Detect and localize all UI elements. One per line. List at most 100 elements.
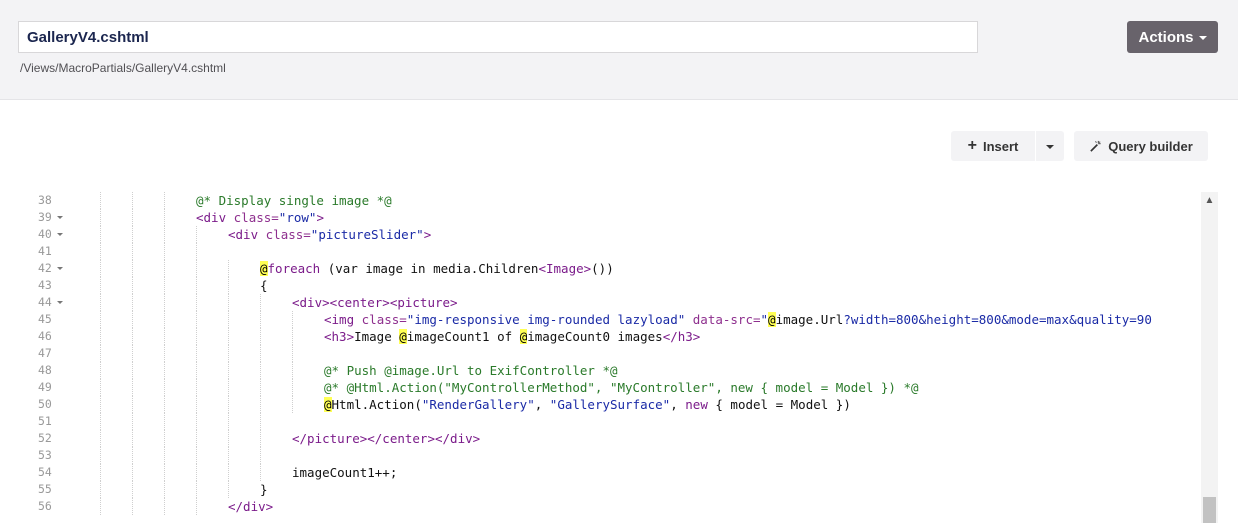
indent-guide: [196, 464, 197, 481]
indent-guide: [132, 481, 133, 498]
code-line[interactable]: 45 <img class="img-responsive img-rounded…: [20, 311, 1200, 328]
editor-vertical-scrollbar[interactable]: ▲: [1201, 192, 1218, 523]
indent-guide: [292, 345, 293, 362]
code-line[interactable]: 41: [20, 243, 1200, 260]
code-token: imageCount1++;: [292, 465, 398, 480]
code-line[interactable]: 38 @* Display single image *@: [20, 192, 1200, 209]
code-editor[interactable]: 38 @* Display single image *@ 39 <div class…: [20, 190, 1218, 523]
code-token: imageCount1 of: [406, 329, 520, 344]
indent-guide: [228, 277, 229, 294]
code-token: </div>: [228, 499, 274, 514]
indent-guide: [260, 311, 261, 328]
indent-guide: [196, 447, 197, 464]
indent-guide: [164, 498, 165, 515]
indent-guide: [260, 345, 261, 362]
indent-guide: [228, 362, 229, 379]
actions-label: Actions: [1138, 28, 1194, 46]
fold-arrow-icon[interactable]: [57, 216, 63, 219]
indent-guide: [164, 328, 165, 345]
indent-guide: [292, 311, 293, 328]
code-line[interactable]: 54 imageCount1++;: [20, 464, 1200, 481]
indent-guide: [196, 294, 197, 311]
indent-guide: [196, 413, 197, 430]
indent-guide: [260, 396, 261, 413]
code-token: }: [260, 482, 268, 497]
code-text: <h3>Image @imageCount1 of @imageCount0 i…: [324, 328, 700, 345]
line-number: 46: [38, 329, 52, 343]
code-line[interactable]: 43 {: [20, 277, 1200, 294]
code-token: >: [423, 227, 432, 242]
indent-guide: [164, 277, 165, 294]
indent-guide: [196, 379, 197, 396]
indent-guide: [228, 447, 229, 464]
code-text: }: [260, 481, 268, 498]
code-token: foreach: [267, 261, 321, 276]
scroll-up-arrow-icon[interactable]: ▲: [1201, 192, 1218, 209]
code-line[interactable]: 52 </picture></center></div>: [20, 430, 1200, 447]
indent-guide: [100, 345, 101, 362]
query-builder-button[interactable]: Query builder: [1074, 131, 1208, 161]
code-line[interactable]: 56 </div>: [20, 498, 1200, 515]
line-number: 51: [38, 414, 52, 428]
code-text: imageCount1++;: [292, 464, 397, 481]
fold-arrow-icon[interactable]: [57, 301, 63, 304]
scroll-thumb[interactable]: [1203, 497, 1216, 523]
indent-guide: [132, 362, 133, 379]
code-token: { model = Model }): [707, 397, 851, 412]
code-line[interactable]: 47: [20, 345, 1200, 362]
code-line[interactable]: 53: [20, 447, 1200, 464]
indent-guide: [292, 362, 293, 379]
code-line[interactable]: 44 <div><center><picture>: [20, 294, 1200, 311]
code-line[interactable]: 51: [20, 413, 1200, 430]
indent-guide: [164, 464, 165, 481]
code-token: @: [324, 397, 332, 412]
code-line[interactable]: 42 @foreach (var image in media.Children<…: [20, 260, 1200, 277]
indent-guide: [164, 294, 165, 311]
file-name-input[interactable]: [18, 21, 978, 53]
query-builder-label: Query builder: [1108, 138, 1193, 154]
caret-down-icon: [1046, 145, 1054, 149]
indent-guide: [228, 430, 229, 447]
code-line[interactable]: 39 <div class="row">: [20, 209, 1200, 226]
line-number: 54: [38, 465, 52, 479]
line-number: 45: [38, 312, 52, 326]
indent-guide: [196, 226, 197, 243]
indent-guide: [260, 464, 261, 481]
code-token: imageCount0 images: [527, 329, 663, 344]
indent-guide: [196, 430, 197, 447]
code-token: <div: [228, 227, 266, 242]
fold-arrow-icon[interactable]: [57, 267, 63, 270]
indent-guide: [132, 209, 133, 226]
indent-guide: [196, 243, 197, 260]
code-token: <Image>: [538, 261, 592, 276]
line-number: 47: [38, 346, 52, 360]
indent-guide: [260, 294, 261, 311]
insert-button[interactable]: + Insert: [951, 131, 1035, 161]
code-line[interactable]: 48 @* Push @image.Url to ExifController *…: [20, 362, 1200, 379]
indent-guide: [100, 481, 101, 498]
indent-guide: [100, 277, 101, 294]
code-line[interactable]: 40 <div class="pictureSlider">: [20, 226, 1200, 243]
code-line[interactable]: 50 @Html.Action("RenderGallery", "Gallery…: [20, 396, 1200, 413]
line-number: 49: [38, 380, 52, 394]
code-line[interactable]: 55}: [20, 481, 1200, 498]
indent-guide: [100, 209, 101, 226]
code-line[interactable]: 46 <h3>Image @imageCount1 of @imageCount0…: [20, 328, 1200, 345]
fold-arrow-icon[interactable]: [57, 233, 63, 236]
actions-button[interactable]: Actions: [1127, 21, 1218, 53]
indent-guide: [132, 396, 133, 413]
indent-guide: [132, 192, 133, 209]
code-token: >: [316, 210, 324, 225]
indent-guide: [100, 413, 101, 430]
line-number: 55: [38, 482, 52, 496]
indent-guide: [164, 447, 165, 464]
line-number: 52: [38, 431, 52, 445]
code-token: ": [760, 312, 769, 327]
indent-guide: [228, 345, 229, 362]
indent-guide: [228, 413, 229, 430]
line-number: 43: [38, 278, 52, 292]
insert-dropdown-button[interactable]: [1036, 131, 1064, 161]
code-text: <img class="img-responsive img-rounded l…: [324, 311, 1152, 328]
code-line[interactable]: 49 @* @Html.Action("MyControllerMethod", …: [20, 379, 1200, 396]
code-text: @* Display single image *@: [196, 192, 392, 209]
